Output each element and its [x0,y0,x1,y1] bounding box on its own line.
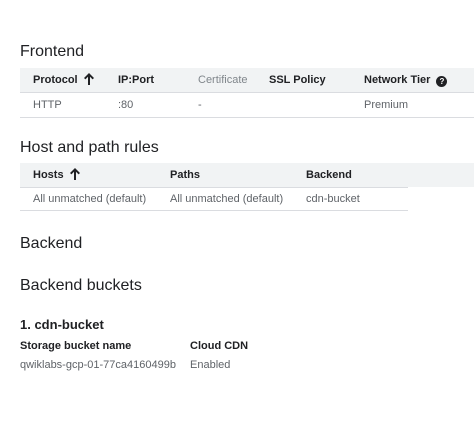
storage-bucket-value: qwiklabs-gcp-01-77ca4160499b [20,359,176,371]
table-row: All unmatched (default) All unmatched (d… [20,187,474,211]
frontend-table: Protocol IP:Port Certificate SSL Policy … [20,68,474,118]
hosts-column-header[interactable]: Hosts [33,163,80,187]
hosts-cell: All unmatched (default) [33,193,147,205]
row-divider [20,210,408,211]
host-rules-title: Host and path rules [20,139,159,156]
ssl-policy-column-header: SSL Policy [269,74,326,86]
help-icon[interactable]: ? [436,76,448,87]
network-tier-cell: Premium [364,99,409,111]
hosts-header-label: Hosts [33,169,64,181]
backend-column-header: Backend [306,169,352,181]
paths-column-header: Paths [170,169,200,181]
sort-ascending-icon[interactable] [69,168,80,180]
ipport-column-header: IP:Port [118,74,155,86]
protocol-column-header[interactable]: Protocol [33,68,94,92]
backend-cell: cdn-bucket [306,193,360,205]
cloud-cdn-label: Cloud CDN [190,340,249,352]
protocol-header-label: Protocol [33,74,78,86]
host-rules-table-header: Hosts Paths Backend [20,163,474,187]
cloud-cdn-value: Enabled [190,359,231,371]
sort-ascending-icon[interactable] [83,73,94,85]
table-row: HTTP :80 - Premium [20,93,474,118]
frontend-table-header: Protocol IP:Port Certificate SSL Policy … [20,68,474,93]
certificate-cell: - [198,99,202,111]
storage-bucket-label: Storage bucket name [20,340,132,352]
bucket-title: 1. cdn-bucket [20,317,104,332]
backend-title: Backend [20,235,83,252]
frontend-title: Frontend [20,43,85,60]
host-rules-table: Hosts Paths Backend All unmatched (defau… [20,163,474,211]
certificate-column-header: Certificate [198,74,248,86]
paths-cell: All unmatched (default) [170,193,284,205]
backend-buckets-title: Backend buckets [20,277,142,294]
ipport-cell: :80 [118,99,134,111]
network-tier-header-label: Network Tier [364,74,431,86]
protocol-cell: HTTP [33,99,62,111]
network-tier-column-header: Network Tier? [364,68,448,92]
